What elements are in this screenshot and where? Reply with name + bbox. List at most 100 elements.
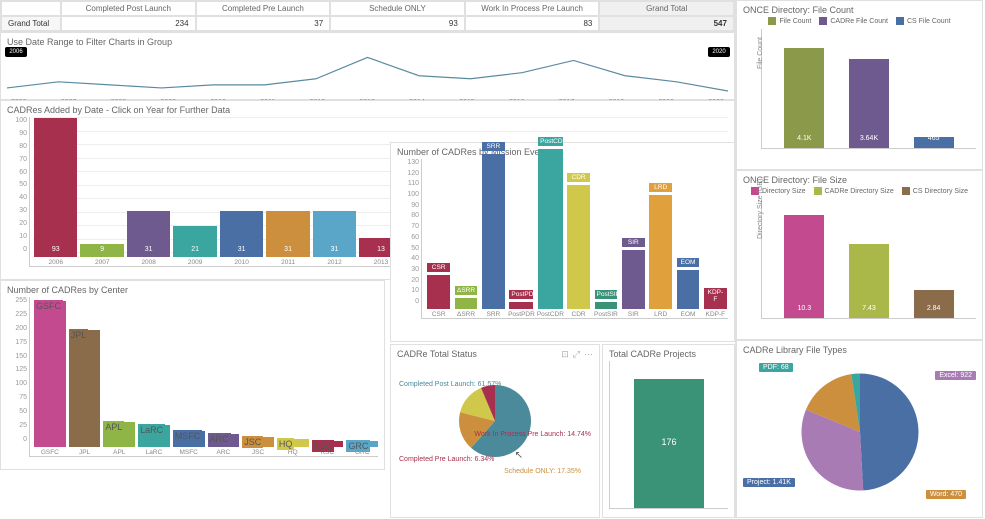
y-axis-label: File Count bbox=[757, 37, 764, 69]
bar-top-label: GSFC bbox=[34, 300, 63, 312]
bar-top-label: SIR bbox=[622, 238, 645, 247]
once-filecount-panel: ONCE Directory: File Count File Count CAD… bbox=[736, 0, 983, 170]
bar[interactable]: HQHQ bbox=[277, 439, 309, 456]
y-tick: 75 bbox=[7, 394, 27, 401]
x-tick: 2011 bbox=[281, 259, 295, 266]
chart-title: ONCE Directory: File Count bbox=[743, 5, 976, 15]
x-tick: JSC bbox=[252, 449, 264, 456]
range-handle-end[interactable]: 2020 bbox=[708, 47, 730, 57]
x-tick: APL bbox=[113, 449, 125, 456]
bar[interactable]: 3.64K bbox=[849, 59, 889, 148]
timeline-panel: Use Date Range to Filter Charts in Group… bbox=[0, 32, 735, 100]
bar[interactable]: 212009 bbox=[173, 226, 216, 267]
legend-item[interactable]: CADRe File Count bbox=[819, 17, 888, 25]
y-tick: 50 bbox=[399, 245, 419, 252]
bar[interactable]: JPL JPL bbox=[69, 330, 101, 456]
bar[interactable]: KDP-FKDP-F bbox=[703, 300, 728, 318]
bar[interactable]: 312008 bbox=[127, 211, 170, 267]
y-tick: 0 bbox=[7, 246, 27, 253]
summary-header[interactable]: Schedule ONLY bbox=[330, 1, 465, 16]
summary-table: Completed Post Launch Completed Pre Laun… bbox=[0, 0, 735, 32]
filetypes-pie[interactable] bbox=[795, 367, 925, 497]
status-pie[interactable] bbox=[455, 381, 535, 461]
bar[interactable]: LRDLRD bbox=[648, 195, 673, 318]
pie-label: Word: 470 bbox=[926, 490, 966, 499]
bar[interactable]: GRCGRC bbox=[346, 441, 378, 456]
grand-total-label: Grand Total bbox=[1, 16, 61, 31]
bar-value: 93 bbox=[34, 246, 77, 253]
x-tick: CSR bbox=[432, 311, 446, 318]
bar[interactable]: 312012 bbox=[313, 211, 356, 267]
bar[interactable]: 31 2011 bbox=[266, 211, 309, 267]
bar[interactable]: 4.1K bbox=[784, 48, 824, 148]
bar[interactable]: SIRSIR bbox=[621, 250, 646, 318]
y-tick: 20 bbox=[399, 277, 419, 284]
bar[interactable]: PostSIRPostSIR bbox=[593, 302, 618, 318]
y-tick: 100 bbox=[7, 380, 27, 387]
y-tick: 40 bbox=[399, 255, 419, 262]
bar[interactable]: ARCARC bbox=[208, 434, 240, 456]
legend-item[interactable]: CADRe Directory Size bbox=[814, 187, 894, 195]
y-tick: 60 bbox=[7, 169, 27, 176]
legend-item[interactable]: CS Directory Size bbox=[902, 187, 968, 195]
x-tick: GSFC bbox=[41, 449, 59, 456]
timeline-sparkline bbox=[7, 49, 728, 97]
more-icon[interactable]: ⋯ bbox=[584, 349, 593, 360]
bar[interactable]: 92007 bbox=[80, 244, 123, 267]
summary-header[interactable]: Work In Process Pre Launch bbox=[465, 1, 600, 16]
summary-header[interactable]: Completed Pre Launch bbox=[196, 1, 331, 16]
y-tick: 255 bbox=[7, 297, 27, 304]
bar[interactable]: LaRCLaRC bbox=[138, 425, 170, 456]
bar-value: 31 bbox=[127, 246, 170, 253]
summary-header[interactable]: Completed Post Launch bbox=[61, 1, 196, 16]
x-tick: PostSIR bbox=[594, 311, 618, 318]
bar-top-label: JPL bbox=[69, 329, 89, 341]
bar-top-label: JSC bbox=[242, 436, 263, 448]
x-tick: EOM bbox=[681, 311, 696, 318]
bar[interactable]: 312010 bbox=[220, 211, 263, 267]
x-tick: JPL bbox=[79, 449, 90, 456]
bar[interactable]: CSRCSR bbox=[426, 275, 451, 318]
bar[interactable]: MSFCMSFC bbox=[173, 431, 205, 456]
summary-value: 93 bbox=[330, 16, 465, 31]
bar-top-label: APL bbox=[103, 421, 124, 433]
bar-top-label: PostCDR bbox=[538, 137, 562, 146]
bar-value: 31 bbox=[266, 246, 309, 253]
bar[interactable]: CDRCDR bbox=[566, 185, 591, 318]
summary-value: 547 bbox=[599, 16, 734, 31]
bar[interactable]: ΔSRRΔSRR bbox=[453, 298, 478, 318]
bar[interactable]: PostPDRPostPDR bbox=[508, 302, 535, 318]
focus-icon[interactable]: ⊡ bbox=[561, 349, 569, 360]
legend-item[interactable]: File Count bbox=[768, 17, 811, 25]
range-handle-start[interactable]: 2006 bbox=[5, 47, 27, 57]
legend-item[interactable]: CS File Count bbox=[896, 17, 951, 25]
total-projects-bar[interactable]: 176 bbox=[634, 379, 704, 508]
bar[interactable]: EOMEOM bbox=[675, 270, 700, 318]
bar[interactable]: 10.3 bbox=[784, 215, 824, 318]
bar[interactable]: 2.84 bbox=[914, 290, 954, 318]
bar[interactable]: PostCDRPostCDR bbox=[537, 149, 564, 318]
pie-slice[interactable] bbox=[860, 374, 918, 491]
bar[interactable]: SRRSRR bbox=[481, 154, 506, 318]
bar[interactable]: GSFC GSFC bbox=[34, 301, 66, 456]
y-tick: 25 bbox=[7, 422, 27, 429]
bar[interactable]: 932006 bbox=[34, 118, 77, 267]
bar[interactable]: 7.43 bbox=[849, 244, 889, 318]
bar-top-label: SRR bbox=[482, 142, 505, 151]
summary-value: 234 bbox=[61, 16, 196, 31]
x-tick: 2012 bbox=[327, 259, 341, 266]
x-tick: 2010 bbox=[234, 259, 248, 266]
bar[interactable]: 465 bbox=[914, 137, 954, 148]
bar[interactable]: KSCKSC bbox=[312, 441, 344, 456]
expand-icon[interactable]: ⤢ bbox=[573, 349, 580, 360]
bar[interactable]: JSCJSC bbox=[242, 437, 274, 456]
bar-top-label: ARC bbox=[208, 433, 231, 445]
y-tick: 100 bbox=[399, 191, 419, 198]
chart-title: ONCE Directory: File Size bbox=[743, 175, 976, 185]
bar-top-label: EOM bbox=[677, 258, 700, 267]
bar-top-label: CSR bbox=[427, 263, 450, 272]
bar-top-label: CDR bbox=[567, 173, 590, 182]
bar-value: 7.43 bbox=[849, 305, 889, 312]
bar-value: 2.84 bbox=[914, 305, 954, 312]
bar[interactable]: APL APL bbox=[103, 422, 135, 456]
